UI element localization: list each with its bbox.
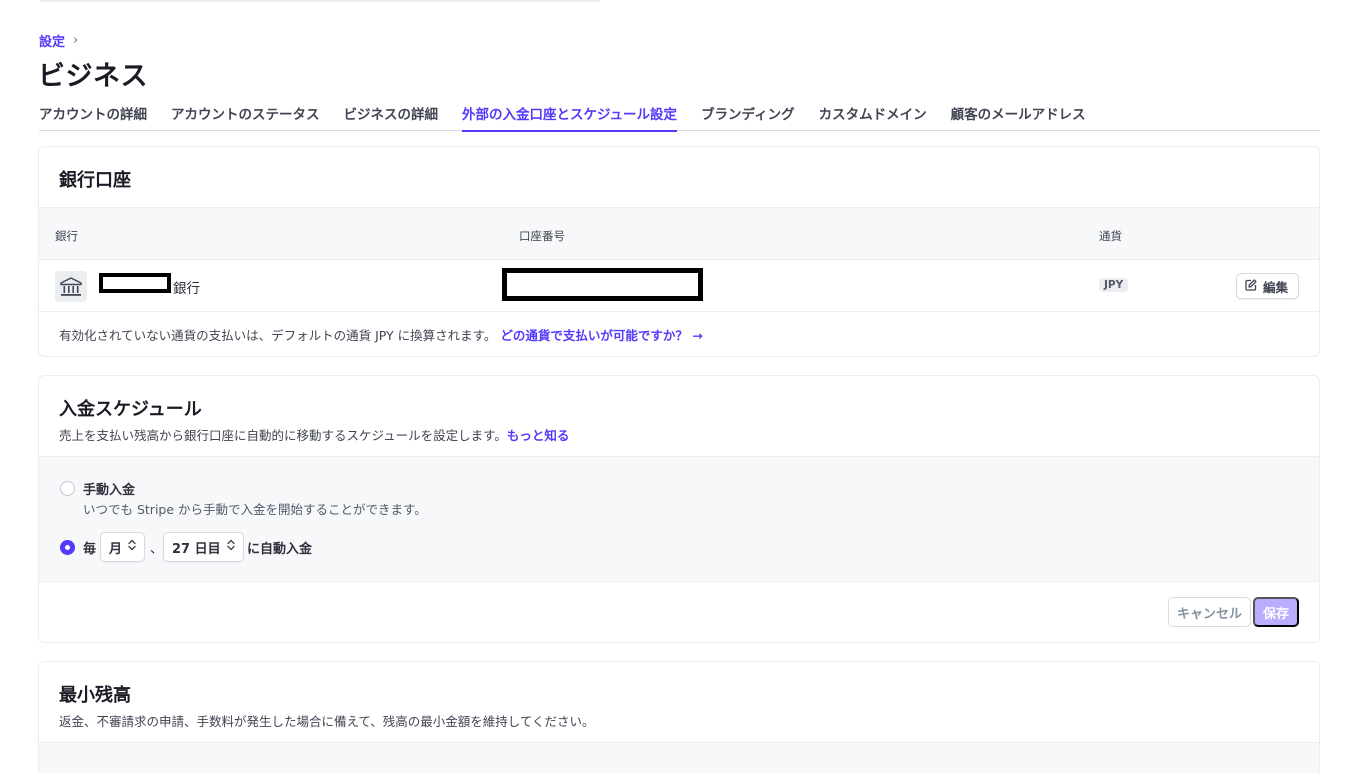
learn-more-link[interactable]: もっと知る <box>507 428 570 443</box>
redacted-bank-name <box>99 273 171 293</box>
tab-account-status[interactable]: アカウントのステータス <box>171 101 320 131</box>
automatic-payout-suffix: に自動入金 <box>247 542 313 557</box>
chevron-right-icon: › <box>73 33 79 48</box>
chevron-up-down-icon <box>127 539 137 555</box>
currency-note-text: 有効化されていない通貨の支払いは、デフォルトの通貨 JPY に換算されます。 <box>59 328 497 343</box>
manual-payout-label: 手動入金 <box>83 483 136 498</box>
tab-bar: アカウントの詳細 アカウントのステータス ビジネスの詳細 外部の入金口座とスケジ… <box>39 101 1320 132</box>
schedule-options: 手動入金 いつでも Stripe から手動で入金を開始することができます。 毎 … <box>39 456 1319 582</box>
bank-name-suffix: 銀行 <box>173 281 200 297</box>
tab-account-details[interactable]: アカウントの詳細 <box>39 101 147 131</box>
bank-table-header: 銀行 口座番号 通貨 <box>39 207 1319 260</box>
tab-branding[interactable]: ブランディング <box>701 101 795 131</box>
payout-schedule-description: 売上を支払い残高から銀行口座に自動的に移動するスケジュールを設定します。もっと知… <box>59 425 1299 444</box>
column-header-account-number: 口座番号 <box>519 229 565 243</box>
cancel-button[interactable]: キャンセル <box>1167 597 1251 627</box>
minimum-balance-description: 返金、不審請求の申請、手数料が発生した場合に備えて、残高の最小金額を維持してくだ… <box>59 714 595 729</box>
payout-day-value: 27 日目 <box>172 541 221 557</box>
edit-icon <box>1245 278 1257 294</box>
save-button[interactable]: 保存 <box>1252 597 1299 627</box>
minimum-balance-card: 最小残高 返金、不審請求の申請、手数料が発生した場合に備えて、残高の最小金額を維… <box>38 661 1320 773</box>
payout-schedule-description-text: 売上を支払い残高から銀行口座に自動的に移動するスケジュールを設定します。 <box>59 428 507 443</box>
page-title: ビジネス <box>38 61 148 92</box>
bank-building-icon <box>55 271 87 302</box>
payout-schedule-card: 入金スケジュール 売上を支払い残高から銀行口座に自動的に移動するスケジュールを設… <box>38 375 1320 643</box>
table-row: 銀行 JPY 編集 <box>39 260 1319 312</box>
automatic-payout-prefix: 毎 <box>83 542 97 557</box>
tab-custom-domain[interactable]: カスタムドメイン <box>819 101 927 131</box>
payout-schedule-title: 入金スケジュール <box>59 399 202 420</box>
column-header-bank: 銀行 <box>55 229 78 243</box>
bank-accounts-title: 銀行口座 <box>59 170 131 191</box>
payout-interval-select[interactable]: 月 <box>100 532 146 562</box>
tab-customer-emails[interactable]: 顧客のメールアドレス <box>951 101 1086 131</box>
manual-payout-radio[interactable] <box>60 481 75 496</box>
minimum-balance-title: 最小残高 <box>59 685 131 706</box>
currency-note: 有効化されていない通貨の支払いは、デフォルトの通貨 JPY に換算されます。 ど… <box>59 325 703 344</box>
breadcrumb: 設定 › <box>39 31 78 50</box>
column-header-currency: 通貨 <box>1099 229 1122 243</box>
breadcrumb-settings-link[interactable]: 設定 <box>39 31 65 50</box>
currency-badge: JPY <box>1099 278 1129 292</box>
automatic-payout-radio[interactable] <box>60 540 75 555</box>
edit-button-label: 編集 <box>1262 280 1288 295</box>
redacted-account-number <box>502 268 703 301</box>
payout-interval-value: 月 <box>109 541 123 557</box>
supported-currencies-link[interactable]: どの通貨で支払いが可能ですか？ → <box>500 328 702 343</box>
edit-bank-button[interactable]: 編集 <box>1235 273 1299 299</box>
payout-schedule-footer: キャンセル 保存 <box>39 582 1319 642</box>
schedule-separator: 、 <box>150 542 164 557</box>
chevron-up-down-icon <box>226 539 236 555</box>
bank-accounts-card: 銀行口座 銀行 口座番号 通貨 銀行 JPY 編集 有効化されていない通貨の支払… <box>38 146 1320 357</box>
top-bar-remnant <box>40 0 600 2</box>
payout-day-select[interactable]: 27 日目 <box>163 532 244 562</box>
manual-payout-description: いつでも Stripe から手動で入金を開始することができます。 <box>83 502 427 517</box>
tab-payouts-schedule[interactable]: 外部の入金口座とスケジュール設定 <box>462 101 678 132</box>
tab-business-details[interactable]: ビジネスの詳細 <box>344 101 439 131</box>
minimum-balance-body <box>39 742 1319 773</box>
